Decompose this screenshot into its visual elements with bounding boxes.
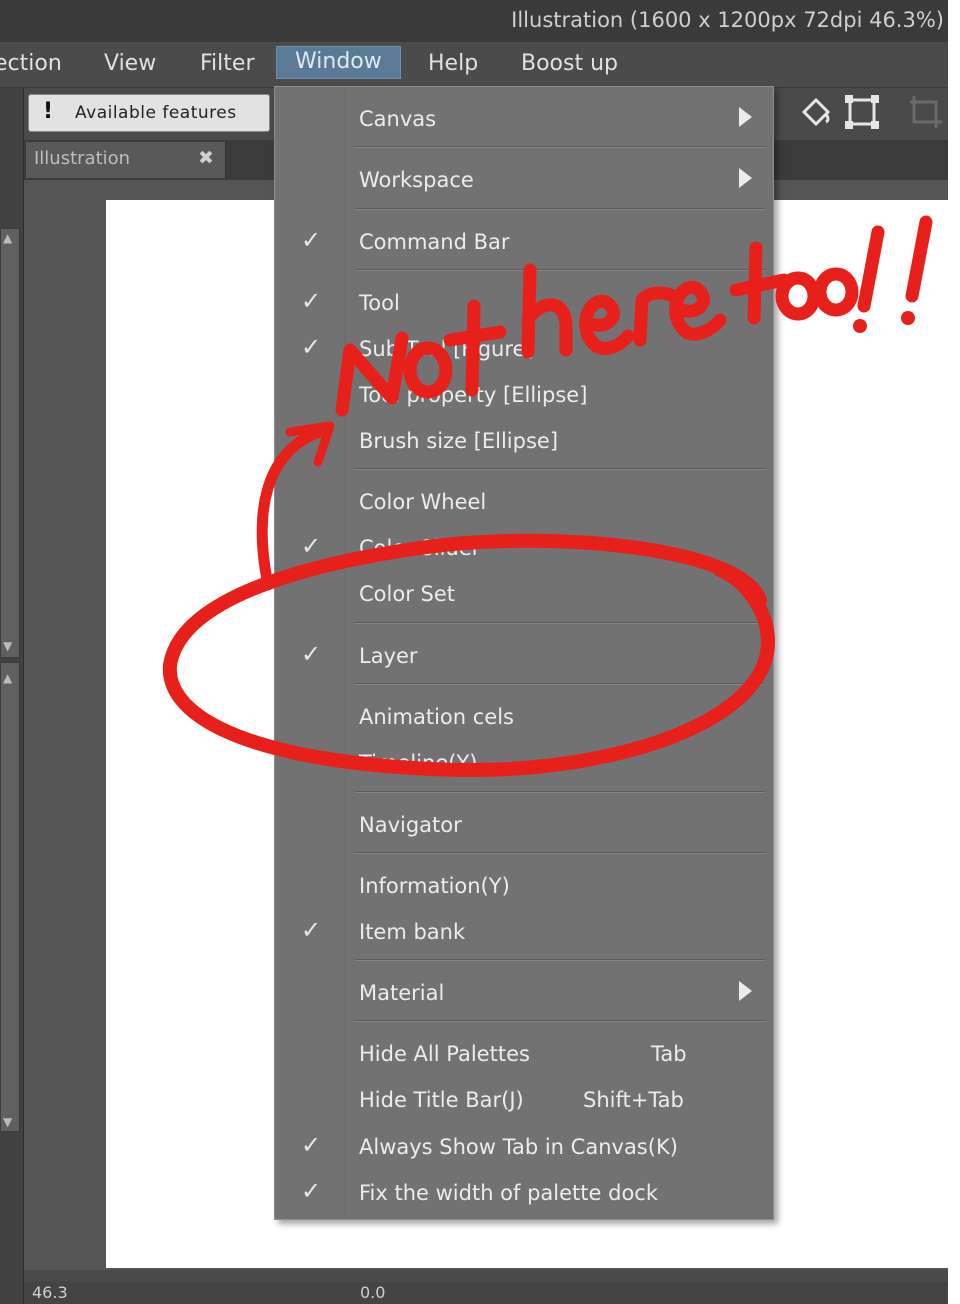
checkmark-icon: ✓: [301, 1177, 322, 1205]
angle-field[interactable]: 0.0: [360, 1283, 385, 1302]
menu-separator: [355, 622, 765, 624]
menu-item-navigator[interactable]: Navigator: [275, 807, 773, 847]
menu-item-label: Always Show Tab in Canvas(K): [359, 1135, 678, 1159]
menu-item-always-show-tab-in-canvas-k[interactable]: ✓ Always Show Tab in Canvas(K): [275, 1129, 773, 1169]
menu-item-label: Item bank: [359, 920, 466, 944]
submenu-arrow-icon: [739, 107, 752, 127]
menu-separator: [355, 269, 765, 271]
menu-separator: [355, 683, 765, 685]
menu-view[interactable]: View: [104, 51, 156, 76]
menu-item-shortcut: Tab: [651, 1042, 687, 1066]
menu-separator: [355, 1020, 765, 1022]
menu-item-label: Timeline(Y): [359, 751, 478, 775]
left-scrollbar-bottom[interactable]: ▲ ▼: [0, 662, 20, 1132]
menu-item-shortcut: Shift+Tab: [583, 1088, 684, 1112]
menu-item-hide-title-bar-j[interactable]: Hide Title Bar(J) Shift+Tab: [275, 1082, 773, 1122]
menu-boost-up[interactable]: Boost up: [521, 51, 618, 76]
left-scrollbar-top[interactable]: ▲ ▼: [0, 228, 20, 658]
menu-item-label: Color Set: [359, 582, 455, 606]
scroll-down-icon[interactable]: ▼: [3, 639, 12, 653]
menu-separator: [355, 208, 765, 210]
menu-separator: [355, 146, 765, 148]
checkmark-icon: ✓: [301, 916, 322, 944]
menu-separator: [355, 468, 765, 470]
checkmark-icon: ✓: [301, 333, 322, 361]
window-dropdown-menu: Canvas Workspace ✓ Command Bar ✓ Tool ✓ Sub Too…: [274, 86, 774, 1220]
menu-item-color-set[interactable]: Color Set: [275, 576, 773, 616]
menu-item-label: Navigator: [359, 813, 462, 837]
menu-filter[interactable]: Filter: [200, 51, 254, 76]
menu-item-layer[interactable]: ✓ Layer: [275, 638, 773, 678]
checkmark-icon: ✓: [301, 287, 322, 315]
menu-item-label: Sub Tool [Figure]: [359, 337, 534, 361]
menu-item-label: Brush size [Ellipse]: [359, 429, 559, 453]
menu-item-label: Fix the width of palette dock: [359, 1181, 659, 1205]
canvas-tab[interactable]: Illustration ✖: [26, 142, 226, 178]
menu-item-label: Information(Y): [359, 874, 510, 898]
checkmark-icon: ✓: [301, 532, 322, 560]
menu-separator: [355, 791, 765, 793]
menu-item-tool[interactable]: ✓ Tool: [275, 285, 773, 325]
bucket-icon[interactable]: [796, 92, 836, 141]
menu-item-label: Layer: [359, 644, 418, 668]
available-features-button[interactable]: ! Available features: [28, 94, 270, 132]
menu-item-command-bar[interactable]: ✓ Command Bar: [275, 224, 773, 264]
menu-item-label: Tool property [Ellipse]: [359, 383, 588, 407]
scroll-up-icon[interactable]: ▲: [3, 671, 12, 685]
menu-item-brush-size-ellipse[interactable]: Brush size [Ellipse]: [275, 423, 773, 463]
menu-item-workspace[interactable]: Workspace: [275, 162, 773, 202]
menu-item-animation-cels[interactable]: Animation cels: [275, 699, 773, 739]
menu-item-hide-all-palettes[interactable]: Hide All Palettes Tab: [275, 1036, 773, 1076]
menu-separator: [355, 852, 765, 854]
menu-item-timeline-y[interactable]: Timeline(Y): [275, 745, 773, 785]
menu-help[interactable]: Help: [428, 51, 478, 76]
left-palette-strip: ▲ ▼ ▲ ▼: [0, 88, 24, 1304]
scroll-up-icon[interactable]: ▲: [3, 231, 12, 245]
transform-icon[interactable]: [842, 92, 882, 141]
menu-item-fix-the-width-of-palette-dock[interactable]: ✓ Fix the width of palette dock: [275, 1175, 773, 1215]
menu-item-color-wheel[interactable]: Color Wheel: [275, 484, 773, 524]
status-bar: 46.3 0.0: [24, 1282, 948, 1304]
submenu-arrow-icon: [739, 981, 752, 1001]
menu-window[interactable]: Window: [276, 46, 401, 79]
menu-item-label: Workspace: [359, 168, 474, 192]
menu-item-information-y[interactable]: Information(Y): [275, 868, 773, 908]
menu-item-label: Material: [359, 981, 445, 1005]
crop-icon[interactable]: [906, 92, 946, 141]
menu-bar: ection View Filter Window Help Boost up: [0, 42, 948, 88]
menu-item-canvas[interactable]: Canvas: [275, 101, 773, 141]
checkmark-icon: ✓: [301, 226, 322, 254]
scroll-down-icon[interactable]: ▼: [3, 1115, 12, 1129]
image-border: [948, 0, 960, 1304]
menu-item-label: Color Wheel: [359, 490, 487, 514]
checkmark-icon: ✓: [301, 640, 322, 668]
exclamation-icon: !: [43, 99, 54, 124]
menu-item-item-bank[interactable]: ✓ Item bank: [275, 914, 773, 954]
zoom-field[interactable]: 46.3: [32, 1283, 68, 1302]
menu-item-label: Hide Title Bar(J): [359, 1088, 524, 1112]
menu-item-sub-tool-figure[interactable]: ✓ Sub Tool [Figure]: [275, 331, 773, 371]
title-bar: Illustration (1600 x 1200px 72dpi 46.3%): [0, 0, 948, 42]
menu-item-label: Command Bar: [359, 230, 510, 254]
menu-item-label: Color Slider: [359, 536, 481, 560]
menu-item-label: Tool: [359, 291, 400, 315]
menu-item-label: Canvas: [359, 107, 437, 131]
menu-item-label: Animation cels: [359, 705, 514, 729]
submenu-arrow-icon: [739, 168, 752, 188]
available-features-label: Available features: [75, 103, 237, 123]
menu-item-label: Hide All Palettes: [359, 1042, 530, 1066]
checkmark-icon: ✓: [301, 1131, 322, 1159]
close-icon[interactable]: ✖: [198, 147, 214, 169]
menu-separator: [355, 959, 765, 961]
window-title: Illustration (1600 x 1200px 72dpi 46.3%): [511, 8, 944, 32]
canvas-tab-label: Illustration: [34, 148, 131, 169]
menu-item-material[interactable]: Material: [275, 975, 773, 1015]
menu-item-tool-property-ellipse[interactable]: Tool property [Ellipse]: [275, 377, 773, 417]
menu-item-color-slider[interactable]: ✓ Color Slider: [275, 530, 773, 570]
menu-selection[interactable]: ection: [0, 51, 62, 76]
